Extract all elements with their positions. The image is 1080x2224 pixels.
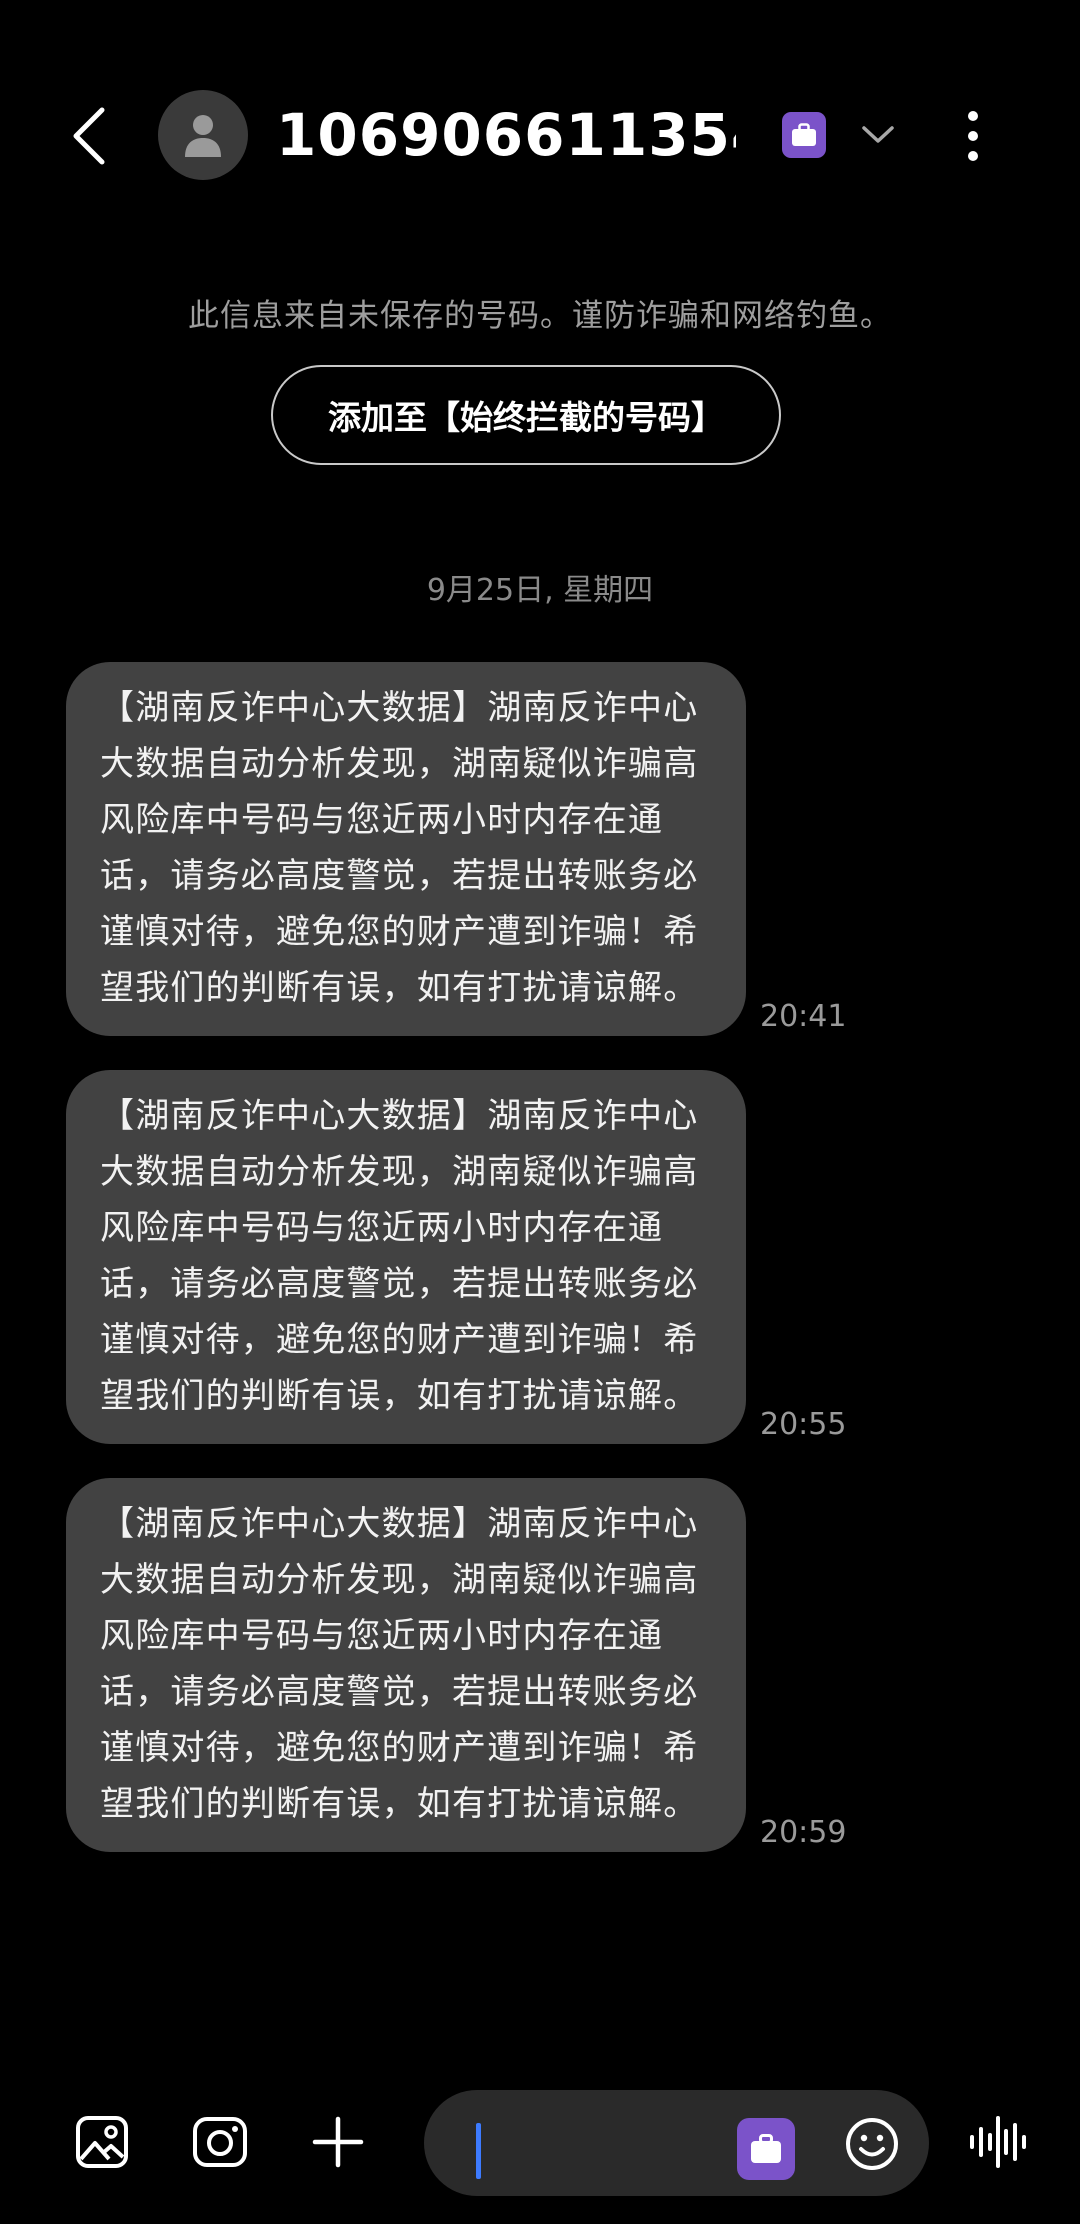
message-time: 20:55: [760, 1407, 847, 1442]
audio-waveform-icon: [970, 2116, 1026, 2168]
back-button[interactable]: [58, 100, 118, 172]
add-to-block-list-button[interactable]: 添加至【始终拦截的号码】: [271, 365, 781, 465]
more-options-button[interactable]: [952, 104, 994, 168]
image-icon: [76, 2116, 128, 2168]
plus-icon: [312, 2116, 364, 2168]
text-cursor: [476, 2123, 481, 2179]
person-icon: [185, 115, 221, 157]
more-vertical-icon: [968, 111, 978, 161]
composer-bar: [0, 2080, 1080, 2210]
briefcase-icon: [792, 123, 816, 146]
gallery-button[interactable]: [72, 2112, 132, 2172]
work-profile-badge: [782, 112, 826, 158]
chevron-left-icon: [73, 107, 105, 165]
briefcase-icon: [751, 2134, 781, 2163]
conversation-header: 106906611354...: [0, 0, 1080, 270]
camera-icon: [193, 2117, 247, 2167]
message-item: 【湖南反诈中心大数据】湖南反诈中心大数据自动分析发现，湖南疑似诈骗高风险库中号码…: [66, 662, 866, 1036]
unsaved-number-notice: 此信息来自未保存的号码。谨防诈骗和网络钓鱼。: [188, 298, 892, 334]
avatar[interactable]: [158, 90, 248, 180]
message-item: 【湖南反诈中心大数据】湖南反诈中心大数据自动分析发现，湖南疑似诈骗高风险库中号码…: [66, 1478, 866, 1852]
message-time: 20:59: [760, 1815, 847, 1850]
smiley-icon: [846, 2118, 898, 2170]
camera-button[interactable]: [190, 2112, 250, 2172]
message-time: 20:41: [760, 999, 847, 1034]
contact-name[interactable]: 106906611354...: [276, 96, 736, 174]
conversation-screen: 106906611354... 此信息来自未保存的号码。谨防诈骗和网络钓鱼。 添…: [0, 0, 1080, 2224]
message-bubble[interactable]: 【湖南反诈中心大数据】湖南反诈中心大数据自动分析发现，湖南疑似诈骗高风险库中号码…: [66, 1070, 746, 1444]
expand-button[interactable]: [857, 112, 899, 158]
message-bubble[interactable]: 【湖南反诈中心大数据】湖南反诈中心大数据自动分析发现，湖南疑似诈骗高风险库中号码…: [66, 1478, 746, 1852]
chevron-down-icon: [862, 126, 894, 143]
add-attachment-button[interactable]: [308, 2112, 368, 2172]
message-input[interactable]: [424, 2090, 929, 2196]
voice-input-button[interactable]: [966, 2112, 1030, 2172]
emoji-button[interactable]: [844, 2116, 900, 2172]
date-separator: 9月25日, 星期四: [426, 573, 654, 608]
work-profile-badge[interactable]: [737, 2118, 795, 2180]
message-item: 【湖南反诈中心大数据】湖南反诈中心大数据自动分析发现，湖南疑似诈骗高风险库中号码…: [66, 1070, 866, 1444]
message-bubble[interactable]: 【湖南反诈中心大数据】湖南反诈中心大数据自动分析发现，湖南疑似诈骗高风险库中号码…: [66, 662, 746, 1036]
